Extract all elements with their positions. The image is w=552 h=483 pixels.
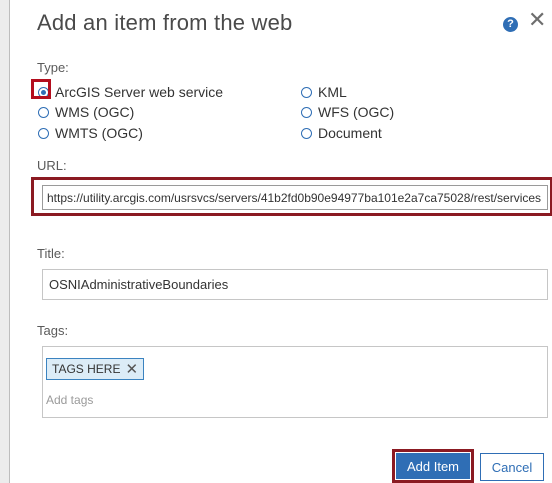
radio-label: Document — [318, 125, 382, 141]
type-label: Type: — [37, 60, 69, 75]
radio-unchecked-icon[interactable] — [38, 127, 49, 139]
radio-label: WMS (OGC) — [55, 104, 135, 120]
close-icon[interactable]: ✕ — [528, 8, 546, 32]
radio-wms[interactable]: WMS (OGC) — [38, 104, 134, 120]
radio-kml[interactable]: KML — [301, 84, 347, 100]
radio-wmts[interactable]: WMTS (OGC) — [38, 125, 143, 141]
title-label: Title: — [37, 246, 65, 261]
tags-field[interactable]: TAGS HERE ✕ — [42, 346, 548, 418]
add-item-button[interactable]: Add Item — [396, 453, 470, 479]
remove-tag-icon[interactable]: ✕ — [125, 362, 138, 377]
add-item-dialog: Add an item from the web ? ✕ Type: ArcGI… — [10, 0, 552, 483]
title-input[interactable] — [42, 269, 548, 300]
dialog-title: Add an item from the web — [37, 10, 293, 35]
tag-text: TAGS HERE — [52, 362, 121, 376]
radio-unchecked-icon[interactable] — [301, 86, 312, 98]
radio-highlight-box — [31, 79, 51, 99]
radio-document[interactable]: Document — [301, 125, 382, 141]
tag-chip: TAGS HERE ✕ — [46, 358, 145, 380]
background-window-edge — [0, 0, 10, 483]
radio-unchecked-icon[interactable] — [301, 106, 312, 118]
radio-unchecked-icon[interactable] — [38, 106, 49, 118]
radio-label: ArcGIS Server web service — [55, 84, 224, 100]
url-label: URL: — [37, 158, 67, 173]
help-icon[interactable]: ? — [503, 17, 518, 32]
radio-label: WFS (OGC) — [318, 104, 395, 120]
radio-arcgis-server[interactable]: ArcGIS Server web service — [38, 84, 223, 100]
radio-label: WMTS (OGC) — [55, 125, 143, 141]
radio-label: KML — [318, 84, 347, 100]
radio-unchecked-icon[interactable] — [301, 127, 312, 139]
url-input[interactable] — [42, 185, 548, 210]
radio-wfs[interactable]: WFS (OGC) — [301, 104, 394, 120]
add-tags-input[interactable] — [46, 391, 346, 409]
tags-label: Tags: — [37, 323, 69, 338]
cancel-button[interactable]: Cancel — [480, 453, 544, 481]
